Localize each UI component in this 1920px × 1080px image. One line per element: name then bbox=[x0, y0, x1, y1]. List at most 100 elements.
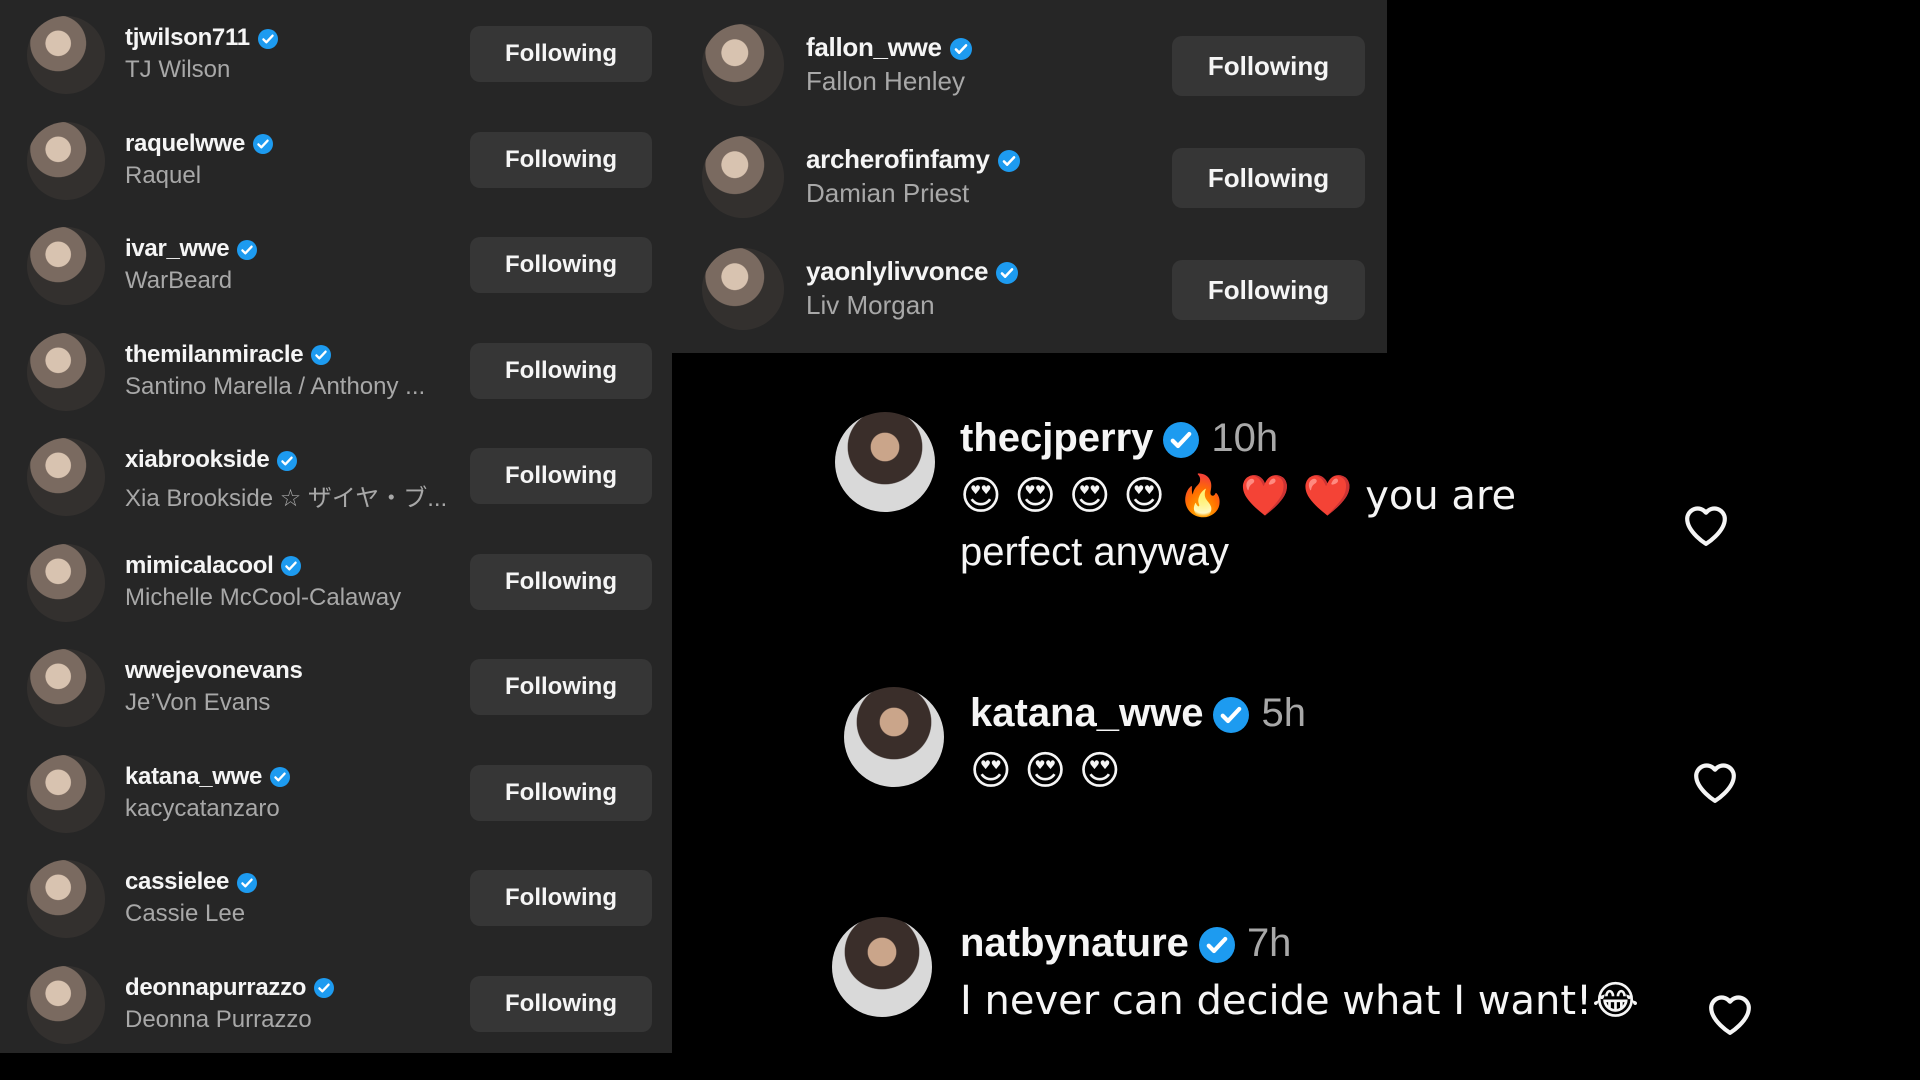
comment-header: thecjperry 10h bbox=[960, 416, 1278, 461]
comment-avatar[interactable] bbox=[844, 687, 944, 787]
comment-text: 😍 😍 😍 bbox=[970, 743, 1121, 799]
following-row[interactable]: raquelwwe Raquel Following bbox=[0, 108, 672, 208]
following-row[interactable]: archerofinfamy Damian Priest Following bbox=[672, 122, 1387, 222]
verified-badge-icon bbox=[311, 345, 332, 366]
username-link[interactable]: tjwilson711 bbox=[125, 24, 278, 52]
full-name: Cassie Lee bbox=[125, 900, 246, 927]
username-text: raquelwwe bbox=[125, 129, 246, 157]
following-row[interactable]: cassielee Cassie Lee Following bbox=[0, 846, 672, 946]
username-link[interactable]: xiabrookside bbox=[125, 446, 298, 474]
following-list-left: tjwilson711 TJ Wilson Following raquelwwe Ra… bbox=[0, 0, 672, 1053]
avatar[interactable] bbox=[27, 438, 105, 516]
username-link[interactable]: archerofinfamy bbox=[806, 144, 1020, 175]
following-button[interactable]: Following bbox=[470, 870, 652, 926]
avatar[interactable] bbox=[702, 136, 784, 218]
username-text: katana_wwe bbox=[125, 762, 263, 790]
username-text: cassielee bbox=[125, 868, 230, 895]
following-list-right: fallon_wwe Fallon Henley Following archerof… bbox=[672, 0, 1387, 353]
full-name: Santino Marella / Anthony ... bbox=[125, 372, 426, 400]
following-button[interactable]: Following bbox=[470, 342, 652, 399]
following-button[interactable]: Following bbox=[470, 131, 652, 188]
avatar[interactable] bbox=[27, 121, 105, 200]
avatar[interactable] bbox=[702, 24, 784, 106]
username-text: mimicalacool bbox=[125, 551, 274, 579]
following-button[interactable]: Following bbox=[1172, 148, 1365, 208]
avatar[interactable] bbox=[27, 965, 105, 1044]
heart-outline-icon[interactable] bbox=[1680, 501, 1732, 547]
comment-text-line: 😍 😍 😍 😍 🔥 ❤️ ❤️ you are bbox=[960, 473, 1517, 519]
full-name: TJ Wilson bbox=[125, 56, 231, 83]
username-link[interactable]: yaonlylivvonce bbox=[806, 256, 1019, 287]
comment-username[interactable]: natbynature bbox=[960, 921, 1189, 965]
username-link[interactable]: wwejevonevans bbox=[125, 657, 303, 685]
following-button[interactable]: Following bbox=[470, 448, 652, 504]
comment-header: katana_wwe 5h bbox=[970, 691, 1306, 736]
heart-outline-icon[interactable] bbox=[1704, 990, 1756, 1036]
following-row[interactable]: katana_wwe kacycatanzaro Following bbox=[0, 741, 672, 841]
following-button[interactable]: Following bbox=[470, 764, 652, 821]
avatar[interactable] bbox=[27, 754, 105, 833]
full-name: kacycatanzaro bbox=[125, 794, 280, 822]
avatar[interactable] bbox=[27, 227, 105, 305]
verified-badge-icon bbox=[1213, 697, 1250, 734]
full-name: Michelle McCool-Calaway bbox=[125, 583, 402, 611]
comment-header: natbynature 7h bbox=[960, 921, 1291, 966]
following-row[interactable]: fallon_wwe Fallon Henley Following bbox=[672, 10, 1387, 110]
username-link[interactable]: fallon_wwe bbox=[806, 32, 972, 63]
verified-badge-icon bbox=[997, 150, 1020, 173]
verified-badge-icon bbox=[314, 978, 335, 999]
comment-timestamp[interactable]: 5h bbox=[1261, 691, 1306, 735]
following-button[interactable]: Following bbox=[1172, 36, 1365, 96]
verified-badge-icon bbox=[253, 134, 274, 155]
username-link[interactable]: raquelwwe bbox=[125, 129, 274, 158]
following-button[interactable]: Following bbox=[470, 237, 652, 293]
username-link[interactable]: katana_wwe bbox=[125, 762, 291, 791]
verified-badge-icon bbox=[257, 28, 278, 49]
comment-username[interactable]: thecjperry bbox=[960, 416, 1153, 460]
comment-text-line: I never can decide what I want!😂 bbox=[960, 978, 1639, 1024]
username-link[interactable]: mimicalacool bbox=[125, 551, 302, 580]
following-button[interactable]: Following bbox=[470, 975, 652, 1032]
username-link[interactable]: cassielee bbox=[125, 868, 258, 896]
username-link[interactable]: deonnapurrazzo bbox=[125, 973, 335, 1002]
verified-badge-icon bbox=[949, 38, 972, 61]
comment-timestamp[interactable]: 10h bbox=[1211, 416, 1278, 460]
full-name: WarBeard bbox=[125, 267, 233, 294]
avatar[interactable] bbox=[27, 543, 105, 622]
following-button[interactable]: Following bbox=[470, 553, 652, 610]
following-row[interactable]: ivar_wwe WarBeard Following bbox=[0, 213, 672, 313]
avatar[interactable] bbox=[27, 860, 105, 938]
following-button[interactable]: Following bbox=[1172, 260, 1365, 320]
comment-username[interactable]: katana_wwe bbox=[970, 691, 1203, 735]
avatar[interactable] bbox=[27, 332, 105, 411]
following-button[interactable]: Following bbox=[470, 659, 652, 715]
following-row[interactable]: tjwilson711 TJ Wilson Following bbox=[0, 2, 672, 102]
comment-avatar[interactable] bbox=[832, 917, 932, 1017]
username-text: deonnapurrazzo bbox=[125, 973, 307, 1001]
following-row[interactable]: wwejevonevans Je’Von Evans Following bbox=[0, 635, 672, 735]
username-text: ivar_wwe bbox=[125, 235, 230, 262]
following-row[interactable]: deonnapurrazzo Deonna Purrazzo Following bbox=[0, 952, 672, 1052]
following-row[interactable]: xiabrookside Xia Brookside ☆ ザイヤ・ブ... Foll… bbox=[0, 424, 672, 524]
heart-outline-icon[interactable] bbox=[1689, 758, 1741, 804]
full-name: Deonna Purrazzo bbox=[125, 1005, 312, 1033]
following-button[interactable]: Following bbox=[470, 26, 652, 82]
username-link[interactable]: themilanmiracle bbox=[125, 340, 332, 369]
following-row[interactable]: themilanmiracle Santino Marella / Anthony… bbox=[0, 319, 672, 419]
username-link[interactable]: ivar_wwe bbox=[125, 235, 258, 263]
verified-badge-icon bbox=[996, 262, 1019, 285]
avatar[interactable] bbox=[702, 248, 784, 330]
comment-text-line: 😍 😍 😍 bbox=[970, 748, 1121, 794]
username-text: wwejevonevans bbox=[125, 657, 303, 684]
following-row[interactable]: yaonlylivvonce Liv Morgan Following bbox=[672, 234, 1387, 334]
username-text: themilanmiracle bbox=[125, 340, 304, 368]
full-name: Liv Morgan bbox=[806, 290, 935, 320]
verified-badge-icon bbox=[1198, 927, 1235, 964]
username-text: xiabrookside bbox=[125, 446, 270, 473]
avatar[interactable] bbox=[27, 649, 105, 727]
avatar[interactable] bbox=[27, 16, 105, 94]
comment-timestamp[interactable]: 7h bbox=[1247, 921, 1292, 965]
username-text: fallon_wwe bbox=[806, 32, 942, 62]
following-row[interactable]: mimicalacool Michelle McCool-Calaway Follo… bbox=[0, 530, 672, 630]
comment-avatar[interactable] bbox=[835, 412, 935, 512]
